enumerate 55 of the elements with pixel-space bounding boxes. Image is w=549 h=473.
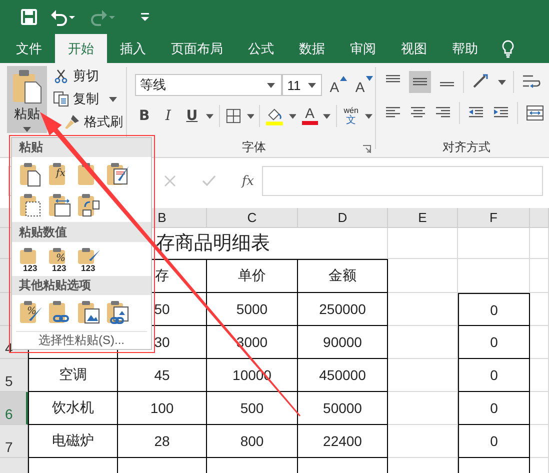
group-label: 字体	[242, 138, 266, 156]
table-cell: 28	[118, 425, 207, 458]
table-cell: 0	[458, 392, 530, 425]
table-cell: 250000	[298, 293, 388, 326]
font-name-dropdown[interactable]: 等线	[135, 74, 282, 96]
ribbon-command[interactable]: 复制	[53, 90, 123, 108]
shrink-font-button[interactable]: A	[355, 75, 373, 95]
paste-button[interactable]: 粘贴	[7, 66, 47, 133]
table-cell: 电磁炉	[28, 425, 118, 458]
table-cell: 450000	[298, 359, 388, 392]
ribbon-tab[interactable]: 插入	[108, 34, 158, 63]
underline-button[interactable]: U	[182, 106, 202, 126]
menu-section-heading: 粘贴	[12, 138, 151, 158]
table-cell: 空调	[28, 359, 118, 392]
menu-section-heading: 其他粘贴选项	[12, 276, 151, 296]
ribbon-command[interactable]: 格式刷	[64, 113, 123, 131]
table-cell: 50000	[298, 392, 388, 425]
row-header[interactable]: 6	[0, 392, 28, 425]
table-cell: 0	[458, 425, 530, 458]
grow-font-button[interactable]: A	[330, 75, 348, 95]
row-header[interactable]: 7	[0, 425, 28, 458]
bold-button[interactable]: B	[135, 106, 154, 126]
row-header[interactable]: 5	[0, 359, 28, 392]
group-label: 对齐方式	[442, 138, 490, 156]
insert-function-button[interactable]: fx	[242, 174, 254, 188]
font-size-dropdown[interactable]: 11	[282, 74, 322, 96]
table-cell: 22400	[298, 425, 388, 458]
table-cell: 0	[458, 326, 530, 359]
font-color-button[interactable]: A	[301, 106, 318, 126]
header-cell: 金额	[298, 259, 388, 293]
ribbon-tab[interactable]: 公式	[236, 34, 286, 63]
ribbon-tab[interactable]: 数据	[287, 34, 337, 63]
ribbon-tab[interactable]: 视图	[389, 34, 439, 63]
column-header[interactable]: C	[207, 208, 298, 228]
table-cell: 800	[207, 425, 298, 458]
ribbon-command[interactable]: 剪切	[53, 67, 123, 85]
ribbon-tab[interactable]: 文件	[4, 34, 54, 63]
phonetic-button[interactable]: wén 文	[342, 106, 360, 126]
table-cell: 0	[458, 359, 530, 392]
sheet-title: 存商品明细表	[156, 232, 270, 256]
table-cell: 0	[458, 293, 530, 326]
menu-section-heading: 粘贴数值	[12, 222, 151, 242]
ribbon-tab[interactable]: 审阅	[338, 34, 388, 63]
table-cell: 45	[118, 359, 207, 392]
column-header[interactable]: E	[388, 208, 458, 228]
column-header[interactable]: D	[298, 208, 388, 228]
ribbon-tab[interactable]: 页面布局	[159, 34, 235, 63]
ribbon-tab[interactable]: 开始	[55, 34, 107, 63]
table-cell: 90000	[298, 326, 388, 359]
header-cell: 单价	[207, 259, 298, 293]
italic-button[interactable]: I	[158, 106, 178, 126]
column-header[interactable]: F	[458, 208, 530, 228]
table-cell: 100	[118, 392, 207, 425]
table-cell: 饮水机	[28, 392, 118, 425]
ribbon-tab[interactable]: 帮助	[440, 34, 490, 63]
